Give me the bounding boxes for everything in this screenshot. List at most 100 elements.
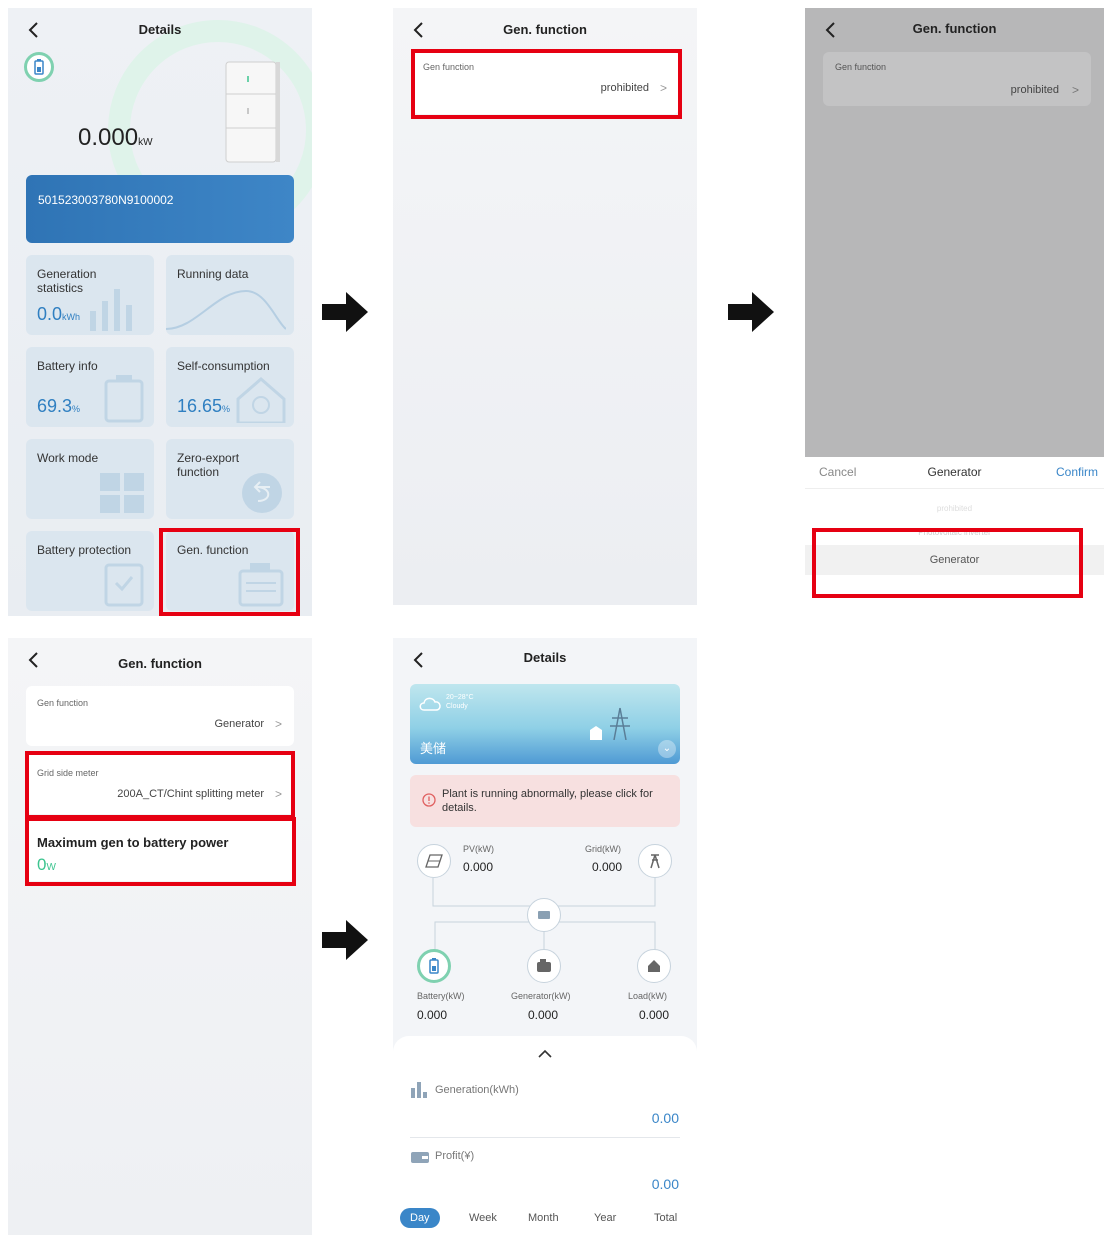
tile-label: Battery protection — [37, 543, 132, 557]
bar-chart-icon — [90, 289, 132, 331]
tile-label: Work mode — [37, 451, 99, 465]
header: Details — [8, 8, 312, 52]
grid-node[interactable] — [638, 844, 672, 878]
gen-function-picker-screen: Gen. function Gen function prohibited > … — [805, 8, 1104, 605]
battery-icon — [104, 375, 144, 423]
page-title: Details — [138, 22, 182, 37]
generation-label: Generation(kWh) — [435, 1084, 519, 1096]
warning-icon — [422, 793, 436, 807]
power-value: 0.000 — [78, 124, 139, 151]
field-value: prohibited — [1010, 84, 1059, 96]
generation-value: 0.00 — [651, 1110, 679, 1126]
highlight-generator-option — [812, 528, 1083, 598]
highlight-max-gen-power — [25, 817, 296, 886]
header: Gen. function — [805, 8, 1104, 52]
abnormal-alert-banner[interactable]: Plant is running abnormally, please clic… — [410, 775, 680, 827]
profit-value: 0.00 — [651, 1176, 679, 1192]
tile-zero-export[interactable]: Zero-export function — [166, 439, 294, 519]
highlight-gen-function-tile — [159, 528, 300, 616]
tile-battery-info[interactable]: Battery info 69.3% — [26, 347, 154, 427]
alert-text: Plant is running abnormally, please clic… — [442, 788, 653, 814]
tab-month[interactable]: Month — [528, 1208, 559, 1228]
tile-value: 16.65% — [177, 396, 231, 416]
shield-clipboard-icon — [104, 563, 144, 607]
plant-name: 美储 — [420, 741, 447, 756]
details-screen: Details 0.000kW 501523003780N9100002 Gen… — [8, 8, 312, 616]
house-bulb-icon — [236, 377, 286, 423]
return-arrow-icon — [242, 473, 282, 513]
generator-label: Generator(kW) — [511, 991, 571, 1001]
pv-label: PV(kW) — [463, 844, 494, 854]
tile-work-mode[interactable]: Work mode — [26, 439, 154, 519]
confirm-button[interactable]: Confirm — [1056, 465, 1098, 479]
tile-label: Battery info — [37, 359, 98, 373]
picker-option[interactable]: prohibited — [805, 504, 1104, 513]
solar-panel-icon — [425, 854, 443, 868]
chevron-right-icon: > — [1071, 83, 1079, 97]
curve-icon — [166, 289, 286, 330]
power-tower-icon — [590, 707, 630, 740]
chevron-down-icon[interactable]: ⌄ — [658, 740, 676, 758]
highlight-gen-function-field — [411, 49, 682, 119]
tile-generation-statistics[interactable]: Generation statistics 0.0kWh — [26, 255, 154, 335]
tile-battery-protection[interactable]: Battery protection — [26, 531, 154, 611]
picker-toolbar: Cancel Generator Confirm — [805, 457, 1104, 489]
statistics-panel: Generation(kWh) 0.00 Profit(¥) 0.00 Day … — [393, 1036, 697, 1235]
grid-icon — [100, 473, 144, 513]
battery-value: 0.000 — [417, 1008, 448, 1022]
header: Details — [393, 638, 697, 682]
weather-desc: Cloudy — [446, 703, 468, 710]
battery-node[interactable] — [417, 949, 451, 983]
plant-banner[interactable]: 20~28°C Cloudy 美储 ⌄ — [410, 684, 680, 764]
pv-node[interactable] — [417, 844, 451, 878]
tab-year[interactable]: Year — [594, 1208, 616, 1228]
battery-label: Battery(kW) — [417, 991, 465, 1001]
page-title: Gen. function — [503, 22, 587, 37]
arrow-right-icon — [322, 292, 368, 332]
tile-self-consumption[interactable]: Self-consumption 16.65% — [166, 347, 294, 427]
battery-status-icon — [24, 52, 54, 82]
field-value: Generator — [214, 718, 264, 730]
load-label: Load(kW) — [628, 991, 668, 1001]
generator-node[interactable] — [527, 949, 561, 983]
tab-total[interactable]: Total — [654, 1208, 677, 1228]
grid-value: 0.000 — [592, 860, 623, 874]
generator-value: 0.000 — [528, 1008, 559, 1022]
serial-number: 501523003780N9100002 — [38, 193, 174, 207]
page-title: Details — [523, 650, 567, 665]
arrow-right-icon — [322, 920, 368, 960]
gen-function-field[interactable]: Gen function Generator > — [26, 686, 294, 746]
tile-label: Running data — [177, 267, 249, 281]
tile-running-data[interactable]: Running data — [166, 255, 294, 335]
battery-cabinet-image — [222, 58, 282, 168]
serial-number-card[interactable]: 501523003780N9100002 — [26, 175, 294, 243]
gen-function-settings-screen: Gen. function Gen function Generator > G… — [8, 638, 312, 1235]
load-value: 0.000 — [639, 1008, 670, 1022]
inverter-icon — [538, 911, 550, 919]
tile-label: Self-consumption — [177, 359, 270, 373]
tab-day[interactable]: Day — [400, 1208, 440, 1228]
pv-value: 0.000 — [463, 860, 494, 874]
inverter-node[interactable] — [527, 898, 561, 932]
house-icon — [648, 960, 660, 972]
battery-icon — [429, 958, 439, 974]
tab-week[interactable]: Week — [469, 1208, 497, 1228]
header: Gen. function — [8, 638, 312, 682]
generator-icon — [537, 959, 551, 972]
profit-label: Profit(¥) — [435, 1150, 475, 1162]
chevron-up-icon[interactable] — [537, 1046, 553, 1058]
highlight-grid-side-meter — [25, 751, 295, 819]
chevron-right-icon: > — [274, 717, 282, 731]
power-unit: kW — [138, 137, 153, 148]
divider — [410, 1137, 680, 1138]
load-node[interactable] — [637, 949, 671, 983]
page-title: Gen. function — [118, 656, 202, 671]
tile-value: 69.3% — [37, 396, 81, 416]
page-title: Gen. function — [912, 21, 997, 36]
cloudy-weather-icon — [419, 697, 441, 711]
power-readout: 0.000kW — [78, 124, 153, 152]
arrow-right-icon — [728, 292, 774, 332]
transmission-tower-icon — [650, 854, 660, 869]
bar-chart-icon — [411, 1082, 427, 1098]
modal-overlay[interactable]: Gen. function Gen function prohibited > — [805, 8, 1104, 457]
